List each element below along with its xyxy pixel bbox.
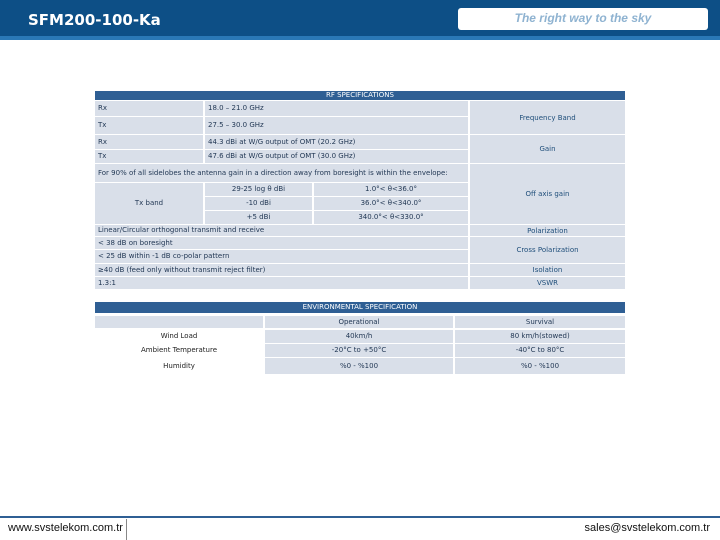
gain-label: Gain (470, 135, 625, 163)
env-temperature-survival: -40°C to 80°C (455, 344, 625, 357)
page-title: SFM200-100-Ka (28, 11, 161, 29)
cross-pol-line2: < 25 dB within -1 dB co-polar pattern (95, 250, 468, 263)
offaxis-range-1: 1.0°< θ<36.0° (314, 183, 468, 196)
env-col-survival: Survival (455, 316, 625, 328)
env-humidity-operational: %0 - %100 (265, 358, 453, 374)
offaxis-range-2: 36.0°< θ<340.0° (314, 197, 468, 210)
freq-rx-value: 18.0 – 21.0 GHz (205, 101, 468, 116)
env-wind-operational: 40km/h (265, 330, 453, 343)
polarization-value: Linear/Circular orthogonal transmit and … (95, 225, 468, 236)
offaxis-range-3: 340.0°< θ<330.0° (314, 211, 468, 224)
env-section-title: ENVIRONMENTAL SPECIFICATION (95, 302, 625, 313)
offaxis-band-label: Tx band (95, 183, 203, 224)
header-stripe (0, 36, 720, 40)
env-header-blank (95, 316, 263, 328)
frequency-band-label: Frequency Band (470, 101, 625, 134)
env-humidity-survival: %0 - %100 (455, 358, 625, 374)
footer-separator (126, 519, 127, 540)
env-temperature-operational: -20°C to +50°C (265, 344, 453, 357)
env-col-operational: Operational (265, 316, 453, 328)
rf-section-title: RF SPECIFICATIONS (95, 91, 625, 100)
tagline: The right way to the sky (514, 11, 652, 25)
tagline-box: The right way to the sky (458, 8, 708, 30)
cross-polarization-label: Cross Polarization (470, 237, 625, 263)
isolation-label: Isolation (470, 264, 625, 276)
env-row-label-temperature: Ambient Temperature (95, 344, 263, 357)
vswr-value: 1.3:1 (95, 277, 468, 289)
isolation-value: ≥40 dB (feed only without transmit rejec… (95, 264, 468, 276)
cross-pol-line1: < 38 dB on boresight (95, 237, 468, 249)
vswr-label: VSWR (470, 277, 625, 289)
offaxis-gain-label: Off axis gain (470, 164, 625, 224)
freq-rx-label: Rx (95, 101, 203, 116)
footer-email[interactable]: sales@svstelekom.com.tr (585, 522, 710, 534)
footer-divider (0, 516, 720, 518)
offaxis-gain-1: 29-25 log θ dBi (205, 183, 312, 196)
offaxis-gain-3: +5 dBi (205, 211, 312, 224)
offaxis-description: For 90% of all sidelobes the antenna gai… (95, 164, 468, 182)
env-row-label-humidity: Humidity (95, 358, 263, 374)
freq-tx-value: 27.5 – 30.0 GHz (205, 117, 468, 134)
gain-rx-label: Rx (95, 135, 203, 149)
freq-tx-label: Tx (95, 117, 203, 134)
offaxis-gain-2: -10 dBi (205, 197, 312, 210)
gain-tx-label: Tx (95, 150, 203, 163)
polarization-label: Polarization (470, 225, 625, 236)
footer-website[interactable]: www.svstelekom.com.tr (8, 522, 123, 534)
env-wind-survival: 80 km/h(stowed) (455, 330, 625, 343)
env-row-label-wind: Wind Load (95, 330, 263, 343)
gain-tx-value: 47.6 dBi at W/G output of OMT (30.0 GHz) (205, 150, 468, 163)
gain-rx-value: 44.3 dBi at W/G output of OMT (20.2 GHz) (205, 135, 468, 149)
